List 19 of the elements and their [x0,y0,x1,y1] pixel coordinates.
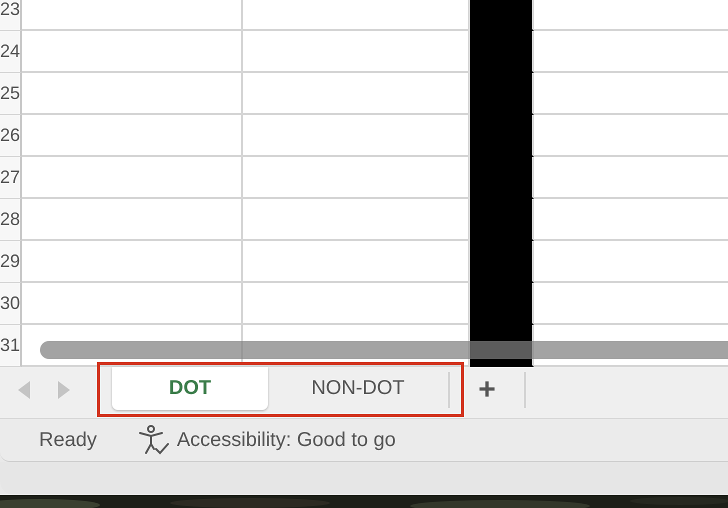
add-sheet-button[interactable]: + [450,367,524,413]
scrollbar[interactable] [40,341,728,359]
row-number: 26 [0,115,22,157]
row-number: 23 [0,0,22,31]
row-number: 27 [0,157,22,199]
accessibility-status[interactable]: Accessibility: Good to go [176,428,396,452]
row-number: 29 [0,241,22,283]
previous-sheet-icon[interactable] [18,381,30,399]
status-text: Ready [39,428,97,452]
redaction-bar [470,0,534,31]
row-number: 28 [0,199,22,241]
row-number: 24 [0,31,22,73]
accessibility-icon[interactable] [136,425,169,455]
row-number: 31 [0,325,22,367]
row-number: 25 [0,73,22,115]
sheet-tab[interactable]: DOT [112,367,268,410]
next-sheet-icon[interactable] [58,381,70,399]
row-number: 30 [0,283,22,325]
sheet-tab[interactable]: NON-DOT [268,367,448,410]
